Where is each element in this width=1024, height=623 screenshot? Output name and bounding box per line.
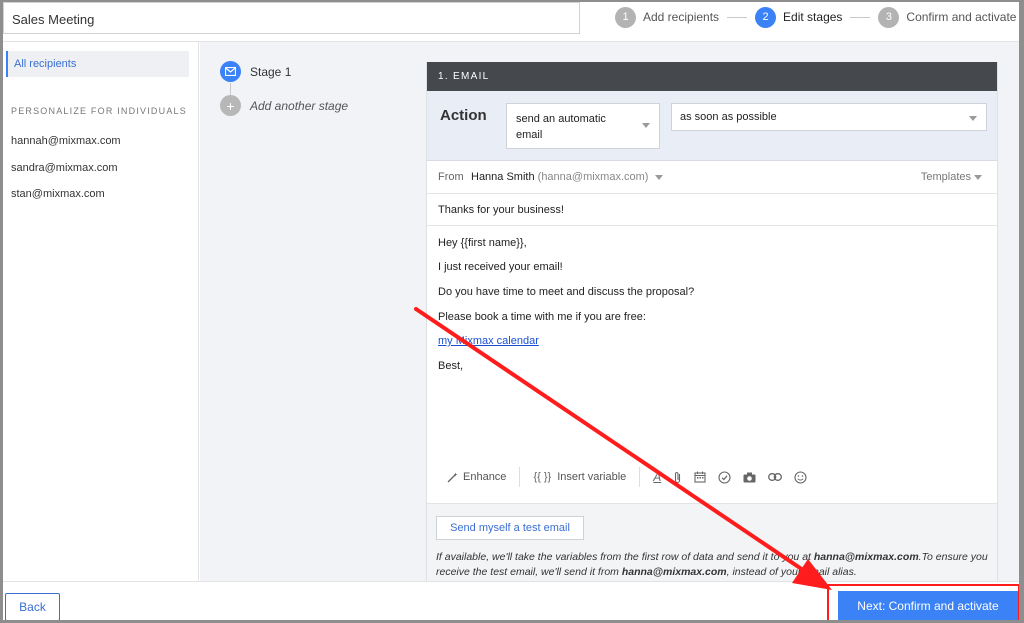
note-text: , instead of your email alias. <box>726 566 857 578</box>
toolbar-divider <box>639 467 641 487</box>
add-stage-label: Add another stage <box>250 98 349 113</box>
footer-bar: Back Next: Confirm and activate <box>3 581 1019 620</box>
add-stage-button[interactable]: + Add another stage <box>220 95 348 116</box>
note-email: hanna@mixmax.com <box>621 566 727 578</box>
action-label: Action <box>440 107 487 124</box>
calendar-icon[interactable] <box>694 471 706 483</box>
step-add-recipients[interactable]: 1 Add recipients <box>615 6 720 28</box>
enhance-button[interactable]: Enhance <box>447 471 506 483</box>
step-number: 2 <box>755 6 777 28</box>
calendar-link[interactable]: my Mixmax calendar <box>438 335 539 347</box>
stage-connector <box>230 83 231 95</box>
sender-name: Hanna Smith <box>471 171 535 183</box>
sidebar-item-all-recipients[interactable]: All recipients <box>6 51 189 77</box>
card-title: 1. EMAIL <box>427 62 997 91</box>
annotation-highlight-box: Next: Confirm and activate <box>827 584 1019 620</box>
sender-email: (hanna@mixmax.com) <box>537 171 649 183</box>
sidebar-item-recipient[interactable]: hannah@mixmax.com <box>11 135 121 147</box>
email-body-editor[interactable]: Hey {{first name}}, I just received your… <box>427 226 997 502</box>
insert-variable-label: Insert variable <box>557 471 627 483</box>
campaign-name-input[interactable]: Sales Meeting <box>3 2 580 34</box>
mail-icon <box>220 61 241 82</box>
from-row: From Hanna Smith (hanna@mixmax.com) Temp… <box>427 161 997 194</box>
sidebar-section-title: PERSONALIZE FOR INDIVIDUALS <box>11 106 187 116</box>
stage-item-1[interactable]: Stage 1 <box>220 61 291 82</box>
send-test-email-button[interactable]: Send myself a test email <box>436 516 584 540</box>
email-stage-card: 1. EMAIL Action send an automatic email … <box>426 62 998 581</box>
step-label: Add recipients <box>643 10 720 24</box>
insert-variable-button[interactable]: {{ }} Insert variable <box>533 471 626 483</box>
step-number: 1 <box>615 6 636 28</box>
editor-toolbar: Enhance {{ }} Insert variable A <box>447 466 807 488</box>
paperclip-icon[interactable] <box>673 471 682 484</box>
action-bar: Action send an automatic email as soon a… <box>427 91 997 161</box>
enhance-label: Enhance <box>463 471 507 483</box>
timing-select[interactable]: as soon as possible <box>671 103 987 131</box>
timing-select-value: as soon as possible <box>680 111 777 123</box>
text-format-icon[interactable]: A <box>653 470 661 484</box>
note-text: If available, we'll take the variables f… <box>436 551 814 563</box>
step-confirm-activate[interactable]: 3 Confirm and activate <box>878 6 1017 28</box>
test-email-panel: Send myself a test email If available, w… <box>427 503 997 581</box>
variable-braces-icon: {{ }} <box>533 471 552 483</box>
from-label: From <box>438 171 464 183</box>
step-edit-stages[interactable]: 2 Edit stages <box>755 6 843 28</box>
sidebar-item-recipient[interactable]: sandra@mixmax.com <box>11 162 118 174</box>
from-sender-select[interactable]: Hanna Smith (hanna@mixmax.com) <box>471 171 648 183</box>
body-line: Do you have time to meet and discuss the… <box>438 286 695 298</box>
body-line: Best, <box>438 360 464 372</box>
step-number: 3 <box>878 6 900 28</box>
back-button[interactable]: Back <box>5 593 60 620</box>
step-label: Edit stages <box>783 10 843 24</box>
subject-field[interactable]: Thanks for your business! <box>427 194 997 226</box>
step-label: Confirm and activate <box>906 10 1017 24</box>
action-select-value: send an automatic email <box>516 113 606 141</box>
main-content: Stage 1 + Add another stage 1. EMAIL Act… <box>200 42 1019 581</box>
step-divider <box>850 16 871 18</box>
plus-icon: + <box>220 95 241 116</box>
chevron-down-icon[interactable] <box>655 175 663 180</box>
app-window: Sales Meeting 1 Add recipients 2 Edit st… <box>3 2 1019 620</box>
link-icon[interactable] <box>768 473 783 481</box>
chevron-down-icon <box>969 116 977 121</box>
chevron-down-icon[interactable] <box>974 175 982 180</box>
progress-steps: 1 Add recipients 2 Edit stages 3 Confirm… <box>615 6 1016 28</box>
templates-button[interactable]: Templates <box>921 171 971 183</box>
body-line: I just received your email! <box>438 261 563 273</box>
step-divider <box>727 16 748 18</box>
note-email: hanna@mixmax.com <box>813 551 919 563</box>
magic-wand-icon <box>447 472 458 482</box>
body-line: Please book a time with me if you are fr… <box>438 311 646 323</box>
chevron-down-icon <box>642 123 650 128</box>
action-select[interactable]: send an automatic email <box>506 103 660 149</box>
test-email-note: If available, we'll take the variables f… <box>436 550 992 580</box>
sidebar-item-recipient[interactable]: stan@mixmax.com <box>11 188 105 200</box>
top-bar: Sales Meeting 1 Add recipients 2 Edit st… <box>3 2 1019 42</box>
stage-label: Stage 1 <box>250 64 292 79</box>
next-confirm-activate-button[interactable]: Next: Confirm and activate <box>838 591 1018 620</box>
emoji-icon[interactable] <box>794 470 807 484</box>
check-circle-icon[interactable] <box>718 470 731 484</box>
toolbar-divider <box>519 467 521 487</box>
body-line: Hey {{first name}}, <box>438 237 527 249</box>
recipients-sidebar: All recipients PERSONALIZE FOR INDIVIDUA… <box>3 42 199 581</box>
camera-icon[interactable] <box>743 472 756 483</box>
